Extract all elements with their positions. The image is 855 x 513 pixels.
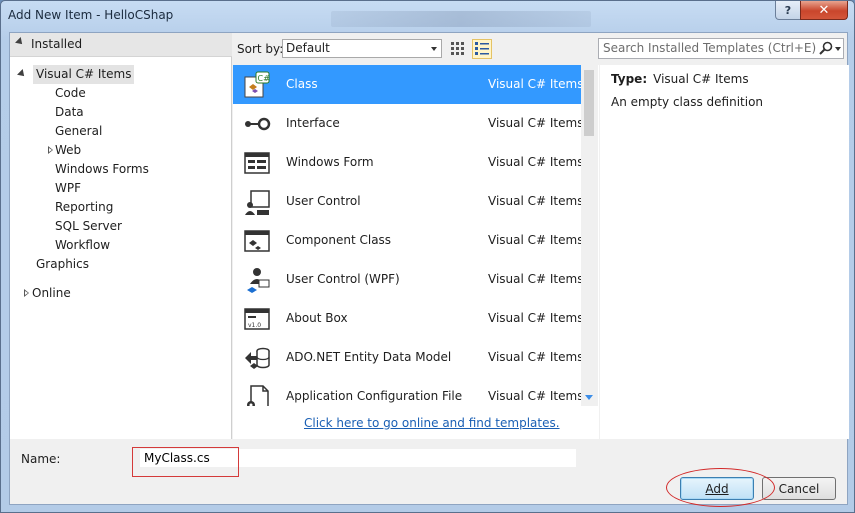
svg-text:v1.0: v1.0: [248, 322, 261, 329]
config-file-icon: [247, 385, 269, 406]
template-row-ado-net-entity-data-model[interactable]: ADO.NET Entity Data Model Visual C# Item…: [233, 338, 584, 377]
template-category: Visual C# Items: [488, 155, 584, 169]
sort-by-value: Default: [286, 41, 330, 55]
template-category: Visual C# Items: [488, 233, 584, 247]
template-name: Class: [286, 77, 318, 91]
template-name: About Box: [286, 311, 348, 325]
tree-item-data[interactable]: Data: [55, 103, 84, 122]
search-placeholder: Search Installed Templates (Ctrl+E): [603, 41, 817, 55]
template-row-component-class[interactable]: Component Class Visual C# Items: [233, 221, 584, 260]
annotation-highlight-box: [132, 447, 239, 477]
tree-item-windows-forms[interactable]: Windows Forms: [55, 160, 149, 179]
interface-icon: [245, 117, 271, 131]
title-bar[interactable]: Add New Item - HelloCShap ? ✕: [1, 1, 854, 31]
template-row-user-control[interactable]: User Control Visual C# Items: [233, 182, 584, 221]
small-icons-view-button[interactable]: [472, 39, 492, 59]
tree-item-web[interactable]: Web: [55, 141, 81, 160]
expand-arrow-icon[interactable]: [17, 69, 27, 79]
template-description: An empty class definition: [611, 95, 764, 109]
grid-view-icon: [451, 42, 464, 55]
online-link-area: Click here to go online and find templat…: [233, 406, 599, 439]
tree-item-sql-server[interactable]: SQL Server: [55, 217, 122, 236]
tree-item-wpf[interactable]: WPF: [55, 179, 81, 198]
template-list: C# Class Visual C# Items Interface Visua…: [233, 65, 599, 406]
template-row-application-configuration-file[interactable]: Application Configuration File Visual C#…: [233, 377, 584, 406]
scroll-down-arrow-icon[interactable]: [585, 395, 593, 400]
medium-icons-view-button[interactable]: [448, 39, 468, 59]
tree-item-online[interactable]: Online: [32, 284, 71, 303]
tree-item-visual-cs-items[interactable]: Visual C# Items: [33, 65, 135, 84]
help-button[interactable]: ?: [775, 1, 801, 20]
class-icon: C#: [244, 71, 271, 98]
template-category: Visual C# Items: [488, 311, 584, 325]
tree-item-graphics[interactable]: Graphics: [36, 255, 89, 274]
template-name: User Control (WPF): [286, 272, 400, 286]
entity-data-model-icon: [245, 347, 270, 369]
component-class-icon: [244, 230, 270, 252]
sort-by-dropdown[interactable]: Default: [282, 39, 442, 58]
user-control-wpf-icon: [247, 268, 270, 293]
template-name: Interface: [286, 116, 340, 130]
annotation-highlight-ellipse: [666, 468, 775, 507]
user-control-icon: [245, 190, 270, 215]
template-name: Component Class: [286, 233, 392, 247]
template-category: Visual C# Items: [488, 116, 584, 130]
close-button[interactable]: ✕: [800, 1, 848, 20]
template-name: Application Configuration File: [286, 389, 463, 403]
background-window-ghost: [331, 11, 591, 27]
tree-item-installed[interactable]: Installed: [31, 35, 82, 54]
windows-form-icon: [244, 152, 270, 174]
tree-item-reporting[interactable]: Reporting: [55, 198, 113, 217]
template-category: Visual C# Items: [488, 77, 584, 91]
svg-text:C#: C#: [258, 74, 271, 83]
template-name: User Control: [286, 194, 361, 208]
about-box-icon: v1.0: [244, 308, 270, 330]
find-templates-online-link[interactable]: Click here to go online and find templat…: [304, 416, 560, 430]
installed-header[interactable]: Installed: [10, 33, 232, 57]
tree-item-general[interactable]: General: [55, 122, 102, 141]
template-category-tree: Installed Visual C# Items Code Data Gene…: [10, 33, 232, 439]
search-templates-input[interactable]: Search Installed Templates (Ctrl+E): [598, 38, 844, 59]
template-name: ADO.NET Entity Data Model: [286, 350, 452, 364]
template-row-windows-form[interactable]: Windows Form Visual C# Items: [233, 143, 584, 182]
template-category: Visual C# Items: [488, 389, 584, 403]
chevron-down-icon: [431, 47, 437, 51]
type-label: Type:: [611, 72, 648, 86]
expand-arrow-icon[interactable]: [15, 37, 25, 47]
add-new-item-dialog: Add New Item - HelloCShap ? ✕ Installed …: [0, 0, 855, 513]
template-details-panel: Type: Visual C# Items An empty class defi…: [600, 65, 849, 439]
template-category: Visual C# Items: [488, 194, 584, 208]
template-row-user-control-wpf[interactable]: User Control (WPF) Visual C# Items: [233, 260, 584, 299]
list-view-icon: [475, 42, 489, 55]
cancel-button-label: Cancel: [778, 481, 820, 496]
template-list-scrollbar[interactable]: [581, 65, 598, 406]
template-row-class[interactable]: C# Class Visual C# Items: [233, 65, 584, 104]
template-toolbar: Sort by: Default Search Installed Templa…: [233, 33, 849, 63]
type-value: Visual C# Items: [653, 72, 749, 86]
search-icon[interactable]: [819, 41, 835, 56]
dialog-client-area: Installed Visual C# Items Code Data Gene…: [9, 32, 849, 507]
chevron-down-icon[interactable]: [835, 47, 841, 51]
template-type: Type: Visual C# Items: [611, 72, 749, 86]
collapsed-arrow-icon[interactable]: [24, 289, 30, 297]
sort-by-label: Sort by:: [237, 42, 284, 56]
template-row-about-box[interactable]: v1.0 About Box Visual C# Items: [233, 299, 584, 338]
window-title: Add New Item - HelloCShap: [8, 8, 174, 22]
template-category: Visual C# Items: [488, 272, 584, 286]
scrollbar-thumb[interactable]: [584, 70, 594, 136]
tree-item-code[interactable]: Code: [55, 84, 86, 103]
template-category: Visual C# Items: [488, 350, 584, 364]
tree-item-workflow[interactable]: Workflow: [55, 236, 110, 255]
collapsed-arrow-icon[interactable]: [48, 146, 54, 154]
name-label: Name:: [21, 452, 61, 466]
template-row-interface[interactable]: Interface Visual C# Items: [233, 104, 584, 143]
template-name: Windows Form: [286, 155, 374, 169]
